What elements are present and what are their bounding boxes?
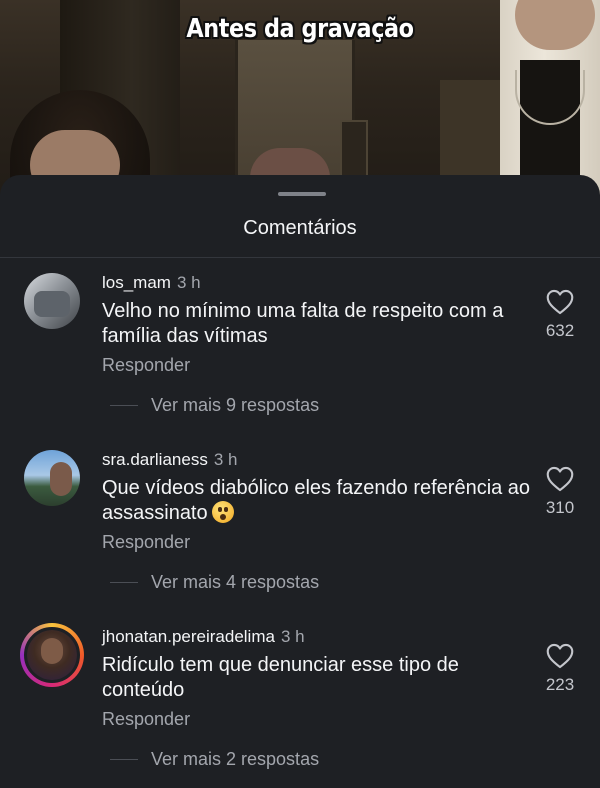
avatar[interactable] <box>24 627 80 683</box>
like-count: 310 <box>545 498 575 517</box>
video-frame <box>440 80 500 190</box>
comment-header: sra.darlianess 3 h <box>102 450 237 470</box>
reply-button[interactable]: Responder <box>102 532 190 553</box>
comment-username[interactable]: sra.darlianess <box>102 450 208 469</box>
avatar[interactable] <box>24 450 80 506</box>
comment-header: jhonatan.pereiradelima 3 h <box>102 627 305 647</box>
replies-divider-line <box>110 405 138 406</box>
like-count: 223 <box>545 675 575 694</box>
like-count: 632 <box>545 321 575 340</box>
sheet-divider <box>0 257 600 258</box>
avatar-photo <box>50 462 72 496</box>
comment-username[interactable]: jhonatan.pereiradelima <box>102 627 275 646</box>
comment-text: Ridículo tem que denunciar esse tipo de … <box>102 654 459 701</box>
heart-outline-icon[interactable] <box>546 466 574 492</box>
replies-divider-line <box>110 582 138 583</box>
comment-time: 3 h <box>176 273 201 292</box>
comments-sheet: Comentários los_mam 3 h Velho no mínimo u… <box>0 175 600 788</box>
avatar-face <box>41 638 63 664</box>
view-more-replies-button[interactable]: Ver mais 4 respostas <box>151 572 319 593</box>
avatar[interactable] <box>24 273 80 329</box>
replies-divider-line <box>110 759 138 760</box>
video-caption: Antes da gravação <box>186 14 414 44</box>
comment-text: Velho no mínimo uma falta de respeito co… <box>102 300 504 347</box>
sheet-drag-handle[interactable] <box>278 192 326 196</box>
reply-button[interactable]: Responder <box>102 709 190 730</box>
reply-button[interactable]: Responder <box>102 355 190 376</box>
comment-text: Que vídeos diabólico eles fazendo referê… <box>102 477 531 524</box>
comment-item: jhonatan.pereiradelima 3 h Ridículo tem q… <box>0 623 600 788</box>
avatar-photo <box>34 291 70 317</box>
comment-time: 3 h <box>280 627 305 646</box>
sheet-title: Comentários <box>243 217 357 239</box>
hushed-face-emoji-icon <box>211 501 234 523</box>
video-background: Antes da gravação <box>0 0 600 200</box>
comment-item: los_mam 3 h Velho no mínimo uma falta de … <box>0 273 600 443</box>
view-more-replies-button[interactable]: Ver mais 2 respostas <box>151 749 319 770</box>
heart-outline-icon[interactable] <box>546 643 574 669</box>
comment-time: 3 h <box>213 450 238 469</box>
comment-username[interactable]: los_mam <box>102 273 171 292</box>
view-more-replies-button[interactable]: Ver mais 9 respostas <box>151 395 319 416</box>
comment-text-wrapper: Que vídeos diabólico eles fazendo referê… <box>102 476 532 526</box>
heart-outline-icon[interactable] <box>546 289 574 315</box>
comment-item: sra.darlianess 3 h Que vídeos diabólico e… <box>0 450 600 620</box>
comment-header: los_mam 3 h <box>102 273 201 293</box>
